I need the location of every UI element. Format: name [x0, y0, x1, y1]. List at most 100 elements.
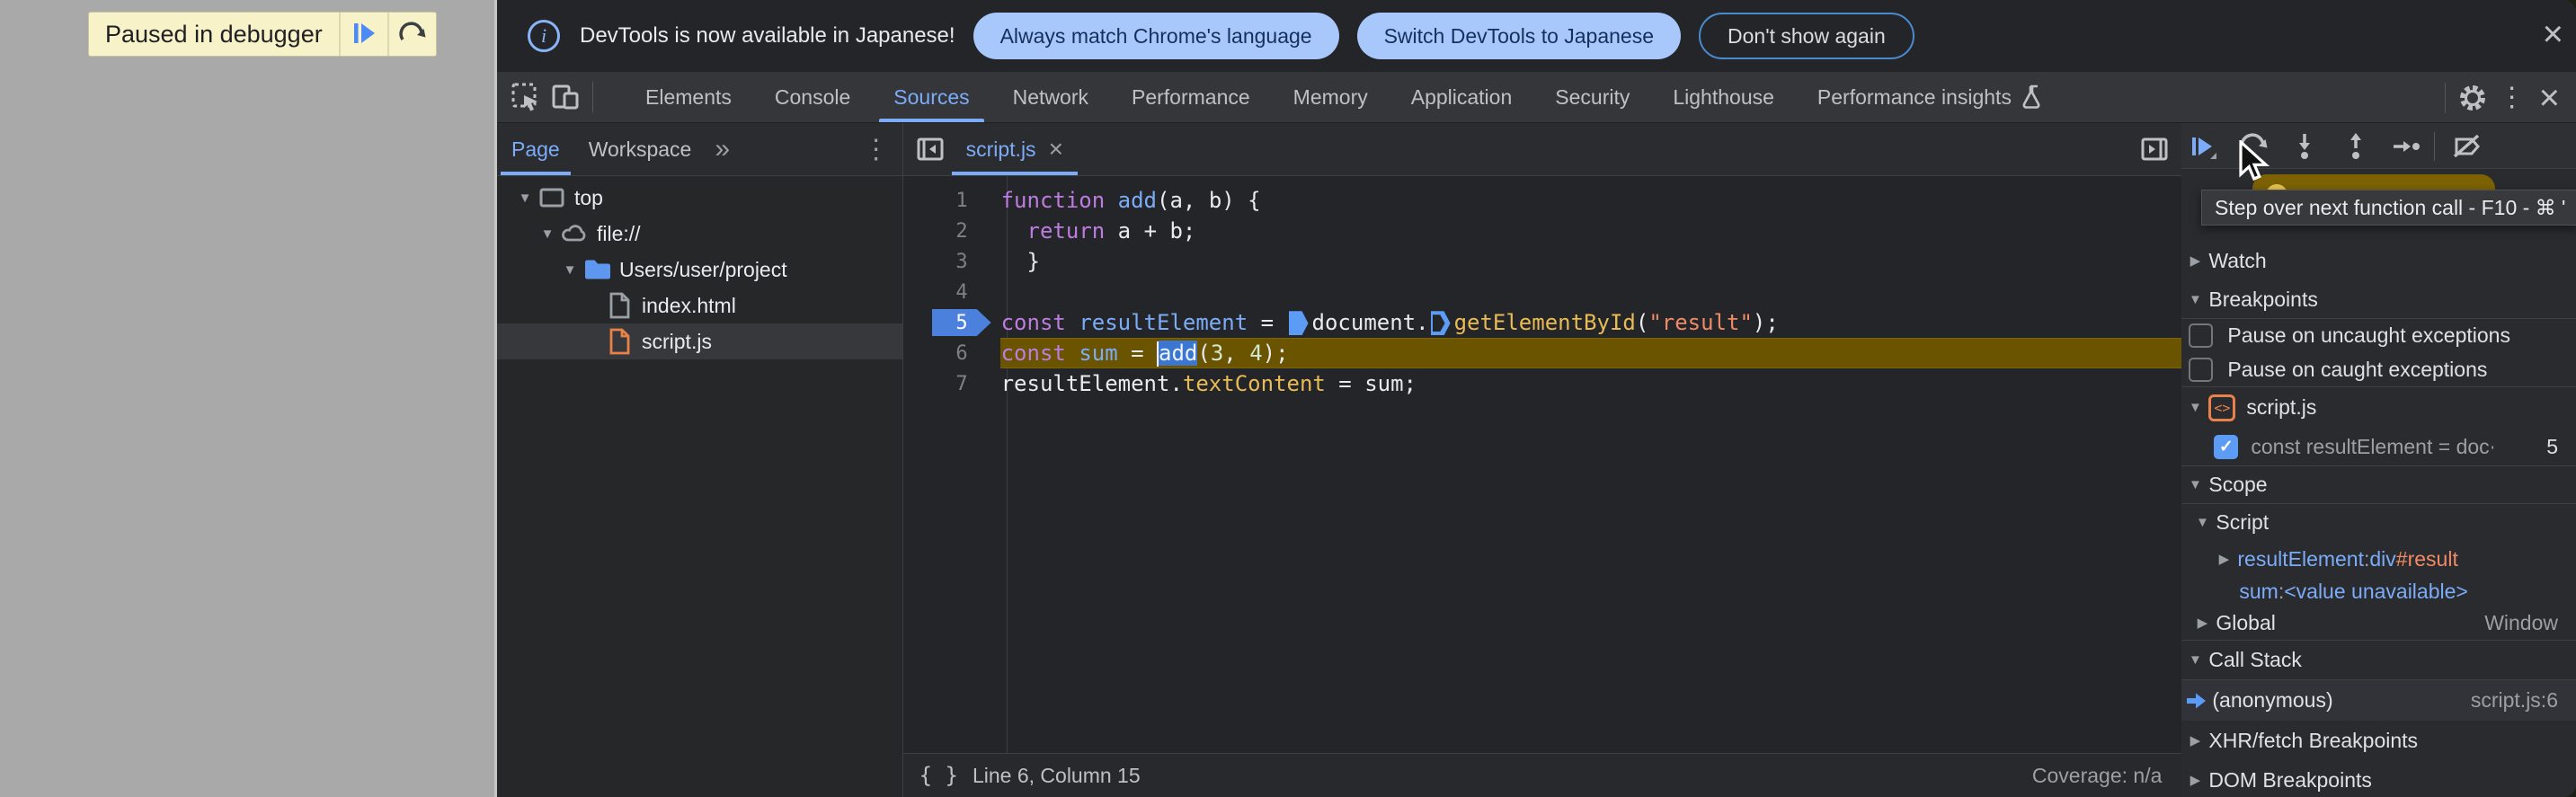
hide-navigator-icon[interactable]	[910, 129, 950, 169]
always-match-language-button[interactable]: Always match Chrome's language	[973, 13, 1339, 59]
more-tabs-chevron-icon[interactable]: »	[715, 134, 730, 164]
tab-security[interactable]: Security	[1533, 72, 1651, 122]
expander-icon[interactable]: ▶	[2181, 732, 2208, 748]
device-toolbar-icon[interactable]	[546, 77, 585, 117]
breakpoint-file-group[interactable]: ▼ <> script.js	[2181, 386, 2576, 428]
expander-icon[interactable]: ▶	[2181, 252, 2208, 269]
code-line-2[interactable]: 2 return a + b;	[903, 216, 2182, 246]
switch-devtools-japanese-button[interactable]: Switch DevTools to Japanese	[1356, 13, 1682, 59]
expander-icon[interactable]: ▶	[2181, 772, 2208, 788]
scope-script-group[interactable]: ▼ Script	[2181, 503, 2576, 541]
expander-icon[interactable]: ▼	[513, 190, 537, 206]
expander-icon[interactable]: ▼	[2189, 515, 2216, 530]
hide-debugger-icon[interactable]	[2135, 129, 2174, 169]
section-scope[interactable]: ▼ Scope	[2181, 465, 2576, 503]
scope-var-sum[interactable]: sum: <value unavailable>	[2181, 577, 2576, 606]
line-number[interactable]: 1	[903, 190, 990, 212]
line-number[interactable]: 5	[903, 312, 990, 334]
line-number[interactable]: 3	[903, 251, 990, 273]
line-number[interactable]: 6	[903, 342, 990, 365]
tree-item-index-html[interactable]: index.html	[497, 288, 902, 323]
tree-item-file[interactable]: ▼ file://	[497, 216, 902, 252]
editor-tab-close-icon[interactable]: ×	[1049, 135, 1063, 164]
section-call-stack[interactable]: ▼ Call Stack	[2181, 640, 2576, 679]
infobar-close-button[interactable]: ×	[2543, 16, 2563, 52]
tab-elements[interactable]: Elements	[624, 72, 753, 122]
code-line-3[interactable]: 3 }	[903, 246, 2182, 277]
navigator-kebab-icon[interactable]: ⋮	[863, 134, 890, 165]
inline-breakpoint-outline-icon[interactable]	[1430, 311, 1451, 336]
expander-icon[interactable]: ▼	[2181, 400, 2208, 415]
scope-global-group[interactable]: ▶ Global Window	[2181, 606, 2576, 640]
line-number[interactable]: 7	[903, 373, 990, 395]
expander-icon[interactable]: ▶	[2189, 615, 2216, 631]
devtools-close-button[interactable]: ×	[2539, 80, 2560, 116]
expander-icon[interactable]: ▼	[536, 226, 559, 242]
editor-tab-scriptjs[interactable]: script.js ×	[950, 123, 1079, 175]
section-watch[interactable]: ▶ Watch	[2181, 241, 2576, 280]
kebab-menu-icon[interactable]: ⋮	[2492, 78, 2532, 118]
tab-performance-insights[interactable]: Performance insights	[1796, 72, 2069, 122]
deactivate-breakpoints-button[interactable]	[2447, 127, 2487, 166]
tree-item-script-js[interactable]: script.js	[497, 323, 902, 359]
step-into-button[interactable]	[2285, 127, 2324, 166]
tab-workspace[interactable]: Workspace	[574, 123, 706, 175]
breakpoint-entry[interactable]: ✓ const resultElement = doc⋯ 5	[2181, 428, 2576, 465]
js-file-icon: <>	[2208, 394, 2236, 421]
code-editor[interactable]: 1 function add(a, b) {2 return a + b; 3 } 4…	[903, 176, 2182, 753]
pause-caught-checkbox[interactable]	[2189, 357, 2214, 382]
language-infobar: i DevTools is now available in Japanese!…	[497, 0, 2576, 72]
code-line-1[interactable]: 1 function add(a, b) {	[903, 185, 2182, 216]
step-button[interactable]	[2387, 127, 2427, 166]
section-dom-breakpoints[interactable]: ▶ DOM Breakpoints	[2181, 760, 2576, 797]
tab-page[interactable]: Page	[497, 123, 574, 175]
expander-icon[interactable]: ▶	[2210, 551, 2237, 567]
line-number[interactable]: 4	[903, 281, 990, 304]
expander-icon[interactable]: ▼	[558, 262, 582, 278]
tab-performance[interactable]: Performance	[1110, 72, 1272, 122]
expander-icon[interactable]: ▼	[2181, 477, 2208, 492]
tab-network[interactable]: Network	[991, 72, 1110, 122]
expander-icon[interactable]: ▼	[2181, 292, 2208, 307]
tab-console[interactable]: Console	[753, 72, 872, 122]
step-over-page-button[interactable]	[386, 13, 436, 56]
var-name: sum	[2239, 579, 2278, 603]
pause-uncaught-row[interactable]: Pause on uncaught exceptions	[2181, 318, 2576, 352]
tree-item-label: top	[574, 185, 603, 209]
code-line-7[interactable]: 7 resultElement.textContent = sum;	[903, 368, 2182, 399]
tree-item-label: index.html	[642, 293, 736, 317]
dont-show-again-button[interactable]: Don't show again	[1699, 13, 1914, 59]
breakpoint-entry-checkbox[interactable]: ✓	[2214, 434, 2239, 459]
settings-gear-icon[interactable]	[2453, 78, 2492, 118]
tab-memory[interactable]: Memory	[1272, 72, 1390, 122]
global-scope-value: Window	[2484, 610, 2558, 634]
tab-lighthouse[interactable]: Lighthouse	[1651, 72, 1796, 122]
tab-application[interactable]: Application	[1390, 72, 1534, 122]
expander-icon[interactable]: ▼	[2181, 652, 2208, 668]
pause-caught-row[interactable]: Pause on caught exceptions	[2181, 352, 2576, 386]
line-number[interactable]: 2	[903, 220, 990, 243]
section-xhr-breakpoints[interactable]: ▶ XHR/fetch Breakpoints	[2181, 721, 2576, 760]
token-plain: =	[1248, 309, 1287, 335]
tree-item-users-user-project[interactable]: ▼ Users/user/project	[497, 252, 902, 288]
section-breakpoints[interactable]: ▼ Breakpoints	[2181, 280, 2576, 318]
step-out-button[interactable]	[2336, 127, 2376, 166]
var-name: resultElement	[2237, 546, 2364, 571]
pretty-print-icon[interactable]: { }	[919, 763, 958, 788]
call-stack-frame[interactable]: (anonymous) script.js:6	[2181, 679, 2576, 721]
scope-var-resultelement[interactable]: ▶ resultElement: div #result	[2181, 541, 2576, 577]
tab-sources[interactable]: Sources	[872, 72, 990, 122]
inline-breakpoint-icon[interactable]	[1288, 311, 1309, 336]
resume-script-button[interactable]	[338, 13, 387, 56]
tree-item-top[interactable]: ▼ top	[497, 180, 902, 216]
editor-tab-label: script.js	[965, 137, 1036, 161]
resume-button[interactable]	[2182, 127, 2222, 166]
pause-uncaught-checkbox[interactable]	[2189, 323, 2214, 348]
code-line-5[interactable]: 5 const resultElement = document. getEleme…	[903, 307, 2182, 338]
code-line-6[interactable]: 6 const sum = add(3, 4);	[903, 338, 2182, 368]
tab-label: Sources	[893, 84, 970, 109]
token-plain: (	[1635, 309, 1649, 335]
inspect-element-icon[interactable]	[506, 77, 546, 117]
code-line-4[interactable]: 4	[903, 277, 2182, 307]
